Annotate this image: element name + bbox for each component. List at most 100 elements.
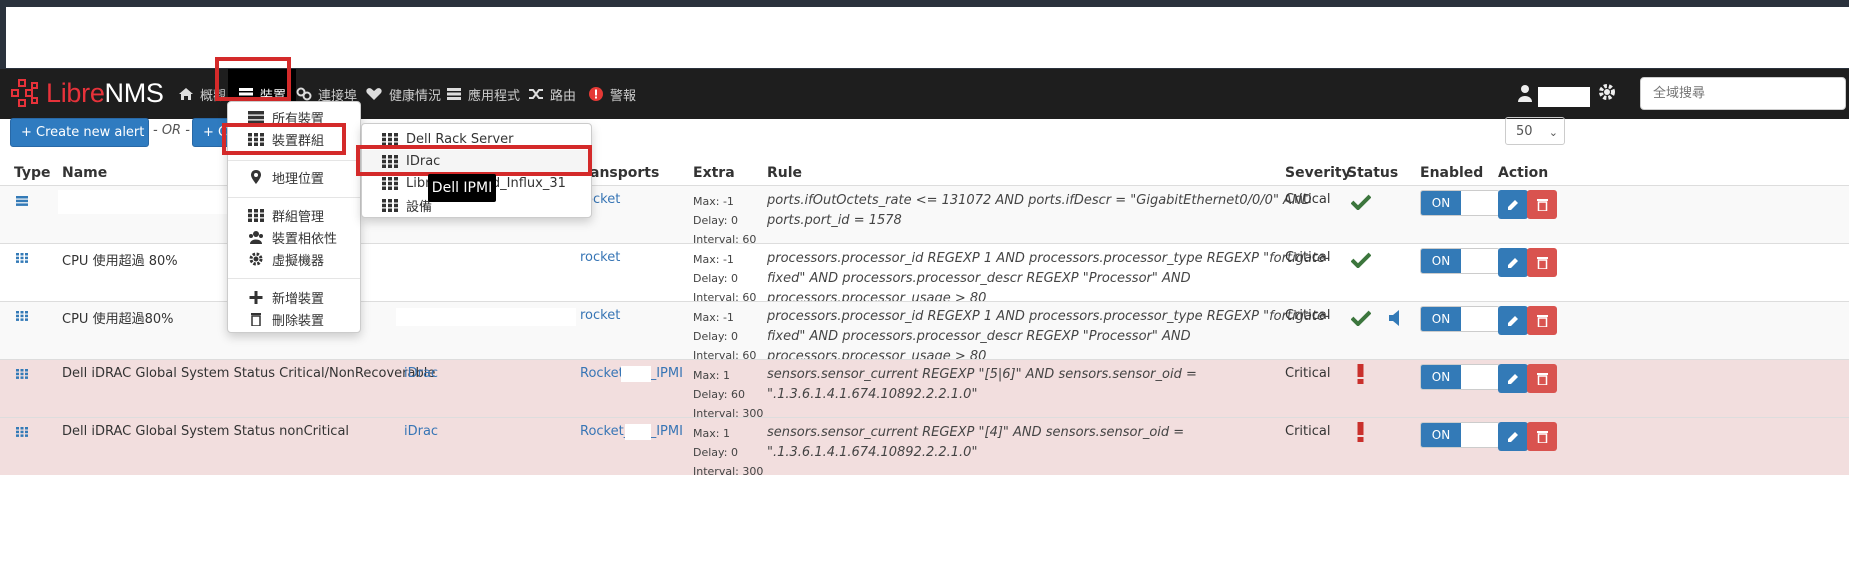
group-item-equipment[interactable]: 設備 xyxy=(362,194,432,216)
gear-icon[interactable] xyxy=(1598,83,1616,101)
menu-item-add-device[interactable]: 新增裝置 xyxy=(228,286,324,308)
severity-text: Critical xyxy=(1285,308,1331,323)
trash-icon xyxy=(1536,373,1548,385)
header-enabled[interactable]: Enabled xyxy=(1420,165,1483,181)
transport-link[interactable]: rocket xyxy=(580,250,620,265)
table-row: Dell iDRAC Global System Status Critical… xyxy=(0,359,1849,420)
pencil-icon xyxy=(1508,315,1518,326)
volume-off-icon[interactable] xyxy=(1389,310,1401,326)
pencil-icon xyxy=(1508,199,1518,210)
edit-button[interactable] xyxy=(1498,190,1528,219)
delete-button[interactable] xyxy=(1527,248,1557,277)
delete-button[interactable] xyxy=(1527,364,1557,393)
severity-text: Critical xyxy=(1285,192,1331,207)
nav-routing[interactable]: 路由 xyxy=(528,69,576,119)
global-search-input[interactable] xyxy=(1640,77,1846,110)
menu-item-delete-device[interactable]: 刪除裝置 xyxy=(228,308,324,330)
enabled-toggle[interactable]: ON xyxy=(1420,190,1500,216)
home-icon xyxy=(179,88,193,100)
check-icon xyxy=(1351,194,1371,210)
device-groups-submenu: Dell Rack Server IDrac Libre_______nd_In… xyxy=(361,123,592,218)
per-page-select[interactable]: 50 ⌄ xyxy=(1505,117,1565,145)
redacted-devices xyxy=(396,308,576,326)
user-icon[interactable] xyxy=(1518,84,1532,102)
edit-button[interactable] xyxy=(1498,248,1528,277)
tasks-icon xyxy=(447,88,461,100)
extra-info: Max: -1 Delay: 0 Interval: 60 xyxy=(693,311,757,362)
header-severity[interactable]: Severity xyxy=(1285,165,1351,181)
th-icon xyxy=(382,176,398,190)
rule-text: sensors.sensor_current REGEXP "[4]" AND … xyxy=(767,425,1185,460)
cog-icon xyxy=(249,252,263,266)
menu-divider xyxy=(228,278,360,279)
header-action[interactable]: Action xyxy=(1498,165,1548,181)
header-extra[interactable]: Extra xyxy=(693,165,735,181)
nav-apps[interactable]: 應用程式 xyxy=(446,69,520,119)
devices-link[interactable]: iDrac xyxy=(404,366,438,381)
librenms-logo-icon xyxy=(11,79,38,107)
trash-icon xyxy=(1536,431,1548,443)
transport-link[interactable]: rocket xyxy=(580,308,620,323)
menu-item-device-groups[interactable]: 裝置群組 xyxy=(228,128,324,150)
header-name[interactable]: Name xyxy=(62,165,107,181)
menu-item-locations[interactable]: 地理位置 ▸ xyxy=(228,166,324,188)
nav-alerts[interactable]: 警報 xyxy=(588,69,636,119)
trash-icon xyxy=(1536,199,1548,211)
users-icon xyxy=(249,230,263,244)
rule-text: processors.processor_id REGEXP 1 AND pro… xyxy=(767,251,1330,306)
th-icon xyxy=(16,253,28,263)
alert-rule-name: CPU 使用超過80% xyxy=(62,312,174,327)
rule-text: ports.ifOutOctets_rate <= 131072 AND por… xyxy=(767,193,1312,228)
menu-item-group-management[interactable]: 群組管理 xyxy=(228,204,324,226)
th-icon xyxy=(16,427,28,437)
th-icon xyxy=(16,369,28,379)
edit-button[interactable] xyxy=(1498,364,1528,393)
th-icon xyxy=(382,154,398,168)
delete-button[interactable] xyxy=(1527,422,1557,451)
header-type[interactable]: Type xyxy=(14,165,51,181)
exclamation-icon xyxy=(1357,364,1364,384)
group-tooltip: Dell IPMI xyxy=(428,174,496,202)
enabled-toggle[interactable]: ON xyxy=(1420,248,1500,274)
create-alert-rule-button[interactable]: + Create new alert rule xyxy=(10,118,174,147)
enabled-toggle[interactable]: ON xyxy=(1420,306,1500,332)
menu-item-device-dependencies[interactable]: 裝置相依性 xyxy=(228,226,337,248)
username-redacted[interactable] xyxy=(1538,87,1590,107)
edit-button[interactable] xyxy=(1498,306,1528,335)
check-icon xyxy=(1351,252,1371,268)
map-marker-icon xyxy=(251,170,261,184)
pencil-icon xyxy=(1508,431,1518,442)
server-icon xyxy=(16,196,28,206)
nav-overview[interactable]: 概觀 xyxy=(178,69,226,119)
trash-icon xyxy=(1536,257,1548,269)
menu-divider xyxy=(228,197,360,198)
devices-link[interactable]: iDrac xyxy=(404,424,438,439)
nav-health[interactable]: 健康情況 xyxy=(365,69,441,119)
or-separator: - OR - xyxy=(153,123,190,138)
exclamation-icon xyxy=(1357,422,1364,442)
severity-text: Critical xyxy=(1285,250,1331,265)
severity-text: Critical xyxy=(1285,366,1331,381)
th-icon xyxy=(382,198,398,212)
alert-rule-name: Dell iDRAC Global System Status nonCriti… xyxy=(62,424,350,439)
librenms-logo[interactable]: LibreNMS xyxy=(10,77,164,109)
alert-rule-name: Dell iDRAC Global System Status Critical… xyxy=(62,366,436,381)
group-item-dell-rack-server[interactable]: Dell Rack Server xyxy=(362,128,514,150)
redacted-transport xyxy=(625,424,651,440)
header-transports[interactable]: ansports xyxy=(590,165,659,181)
caret-right-icon: ▸ xyxy=(311,172,317,182)
delete-button[interactable] xyxy=(1527,306,1557,335)
delete-button[interactable] xyxy=(1527,190,1557,219)
menu-item-virtual-machines[interactable]: 虛擬機器 xyxy=(228,248,324,270)
heartbeat-icon xyxy=(366,88,382,100)
menu-item-all-devices[interactable]: 所有裝置 ▸ xyxy=(228,106,324,128)
header-status[interactable]: Status xyxy=(1347,165,1398,181)
extra-info: Max: -1 Delay: 0 Interval: 60 xyxy=(693,253,757,304)
enabled-toggle[interactable]: ON xyxy=(1420,364,1500,390)
edit-button[interactable] xyxy=(1498,422,1528,451)
create-from-collection-button[interactable]: + Cr xyxy=(192,118,232,147)
group-item-idrac[interactable]: IDrac xyxy=(362,150,591,172)
header-rule[interactable]: Rule xyxy=(767,165,802,181)
chevron-down-icon: ⌄ xyxy=(1548,126,1558,139)
enabled-toggle[interactable]: ON xyxy=(1420,422,1500,448)
